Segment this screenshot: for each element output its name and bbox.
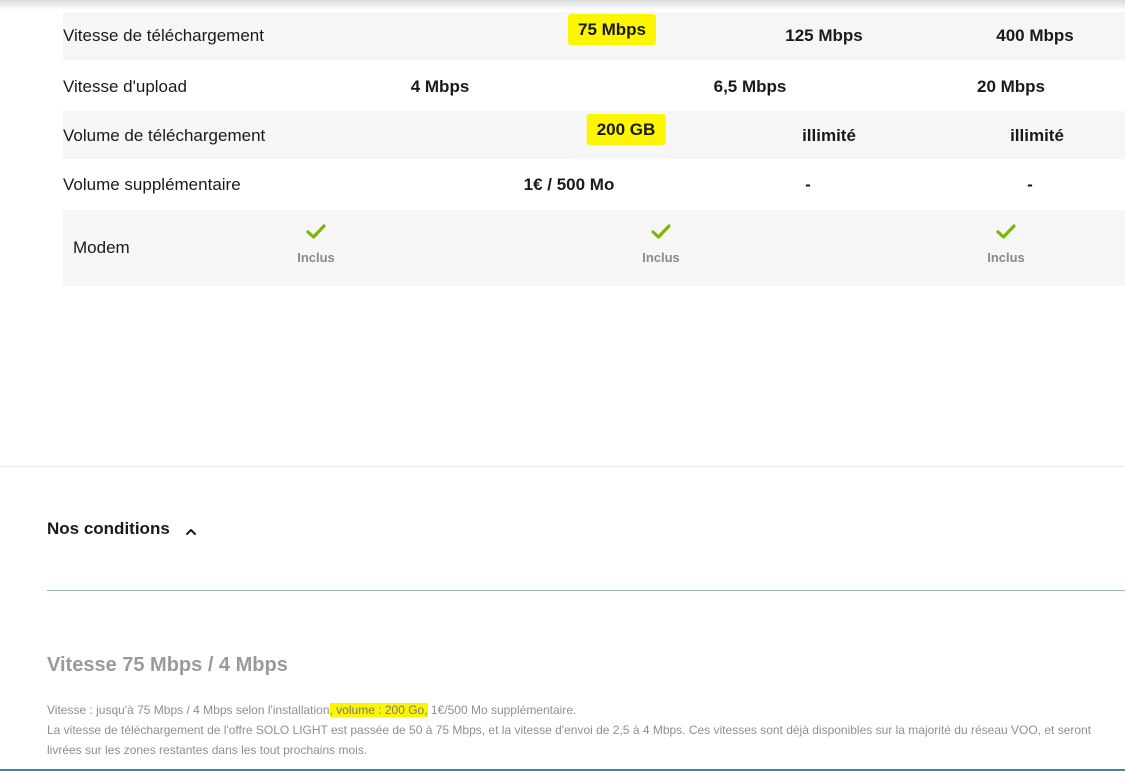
- table-row-download-speed: Vitesse de téléchargement 75 Mbps 125 Mb…: [63, 12, 1125, 60]
- highlighted-text: , volume : 200 Go,: [329, 703, 428, 717]
- row-label: Vitesse de téléchargement: [63, 26, 264, 45]
- cell-value: 200 GB: [586, 114, 666, 145]
- table-row-upload-speed: Vitesse d'upload 4 Mbps 6,5 Mbps 20 Mbps: [63, 61, 1125, 110]
- section-divider: [0, 466, 1125, 467]
- cell-value: 20 Mbps: [976, 77, 1046, 96]
- cell-value: -: [805, 175, 811, 194]
- included-label: Inclus: [297, 250, 335, 265]
- conditions-text: Vitesse : jusqu'à 75 Mbps / 4 Mbps selon…: [47, 703, 330, 717]
- conditions-line-1: Vitesse : jusqu'à 75 Mbps / 4 Mbps selon…: [47, 700, 1122, 720]
- modem-cell: Inclus: [271, 224, 361, 265]
- row-label: Vitesse d'upload: [63, 77, 187, 96]
- modem-cell: Inclus: [961, 224, 1051, 265]
- conditions-divider: [47, 590, 1125, 591]
- cell-value: 400 Mbps: [996, 26, 1074, 45]
- modem-cell: Inclus: [616, 224, 706, 265]
- cell-value: 6,5 Mbps: [713, 77, 787, 96]
- cell-value: 125 Mbps: [785, 26, 863, 45]
- table-row-modem: Modem Inclus Inclus Inclus: [63, 210, 1125, 286]
- cell-value: -: [1027, 175, 1033, 194]
- cell-value: illimité: [802, 126, 856, 145]
- table-row-download-volume: Volume de téléchargement 200 GB illimité…: [63, 111, 1125, 159]
- check-icon: [271, 224, 361, 240]
- cell-value: 75 Mbps: [567, 14, 657, 45]
- check-icon: [616, 224, 706, 240]
- cell-value: 1€ / 500 Mo: [523, 175, 615, 194]
- check-icon: [961, 224, 1051, 240]
- cell-value: illimité: [1010, 126, 1064, 145]
- included-label: Inclus: [987, 250, 1025, 265]
- conditions-toggle[interactable]: Nos conditions: [47, 519, 170, 539]
- cell-value: 4 Mbps: [410, 77, 470, 96]
- conditions-text: 1€/500 Mo supplémentaire.: [427, 703, 577, 717]
- row-label: Volume supplémentaire: [63, 175, 241, 194]
- speed-heading: Vitesse 75 Mbps / 4 Mbps: [47, 654, 288, 676]
- row-label: Volume de téléchargement: [63, 126, 266, 145]
- chevron-up-icon[interactable]: [184, 524, 198, 542]
- top-shadow: [0, 0, 1125, 10]
- conditions-line-2: La vitesse de téléchargement de l'offre …: [47, 723, 1092, 757]
- included-label: Inclus: [642, 250, 680, 265]
- table-row-extra-volume: Volume supplémentaire 1€ / 500 Mo - -: [63, 160, 1125, 209]
- row-label: Modem: [73, 238, 130, 257]
